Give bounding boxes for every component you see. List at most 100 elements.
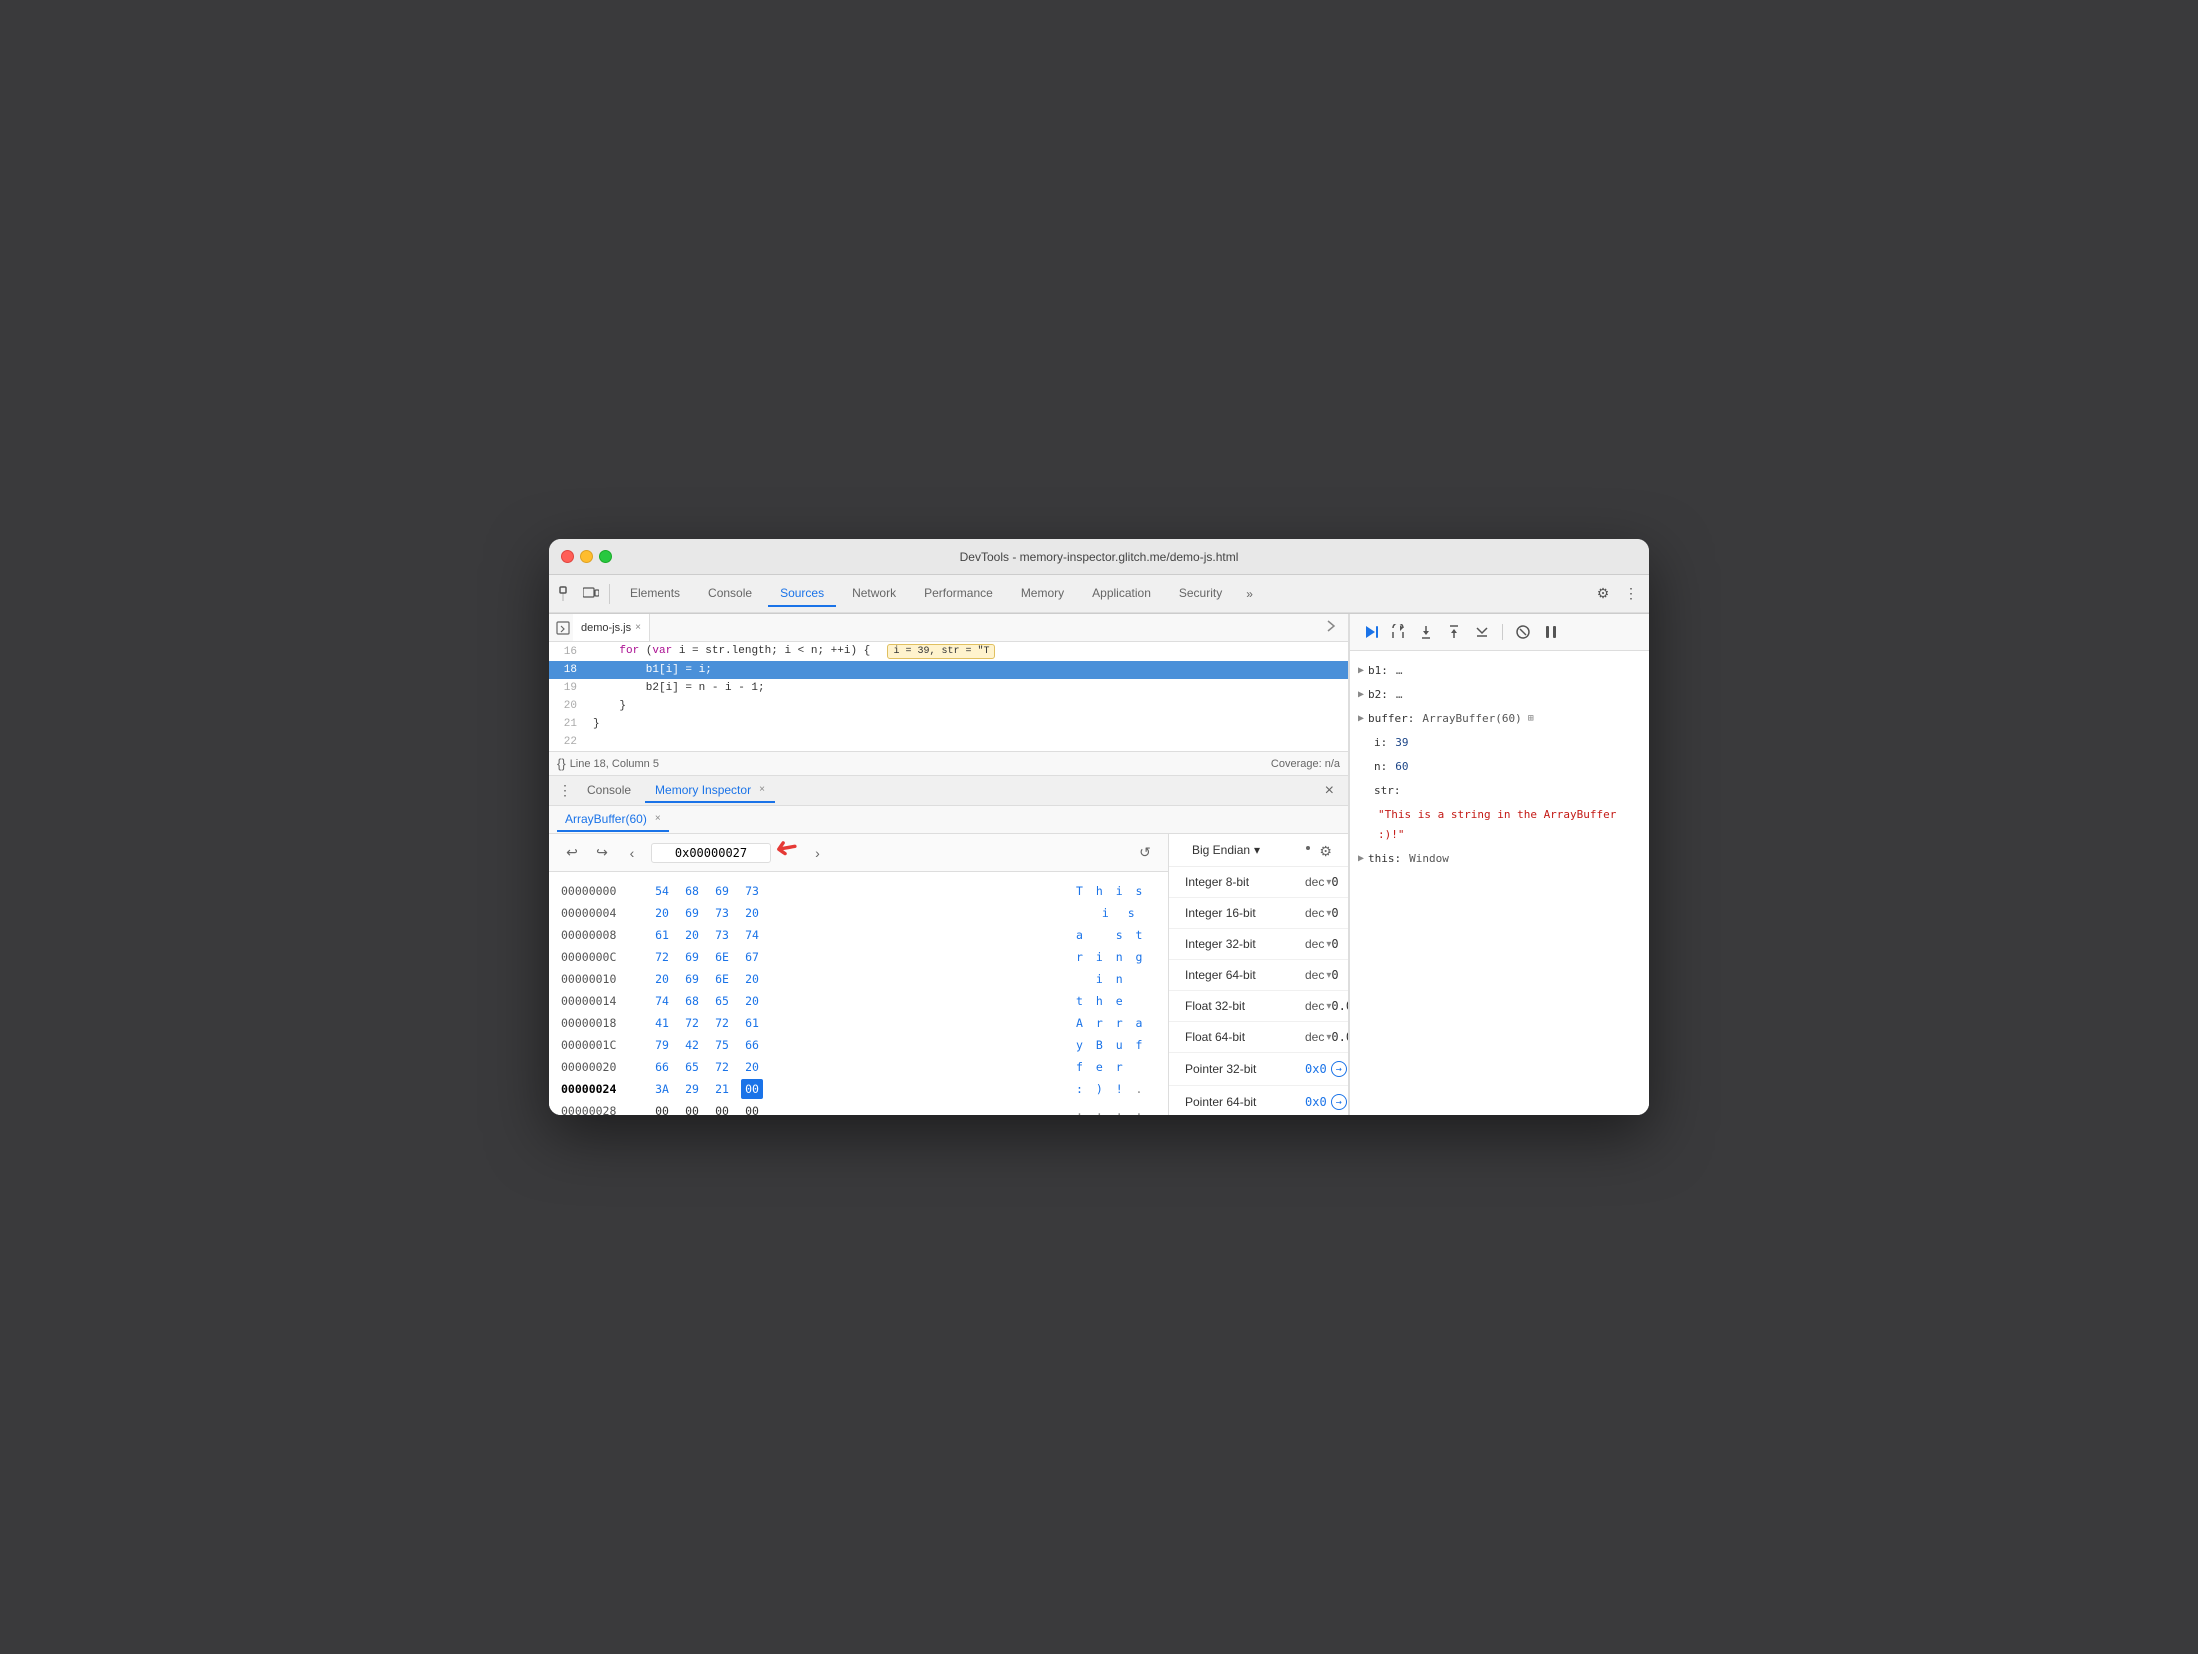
hex-byte-4-0[interactable]: 20 [651, 969, 673, 989]
device-toggle-icon[interactable] [581, 584, 601, 604]
scope-item-b2[interactable]: ▶ b2: … [1358, 683, 1641, 707]
source-panel-end-icon[interactable] [1318, 617, 1344, 638]
hex-byte-1-2[interactable]: 73 [711, 903, 733, 923]
tab-elements[interactable]: Elements [618, 581, 692, 607]
ptr32-navigate-icon[interactable]: → [1331, 1061, 1347, 1077]
ptr64-navigate-icon[interactable]: → [1331, 1094, 1347, 1110]
tab-memory[interactable]: Memory [1009, 581, 1076, 607]
hex-byte-4-3[interactable]: 20 [741, 969, 763, 989]
pause-button[interactable] [1539, 620, 1563, 644]
scope-item-this[interactable]: ▶ this: Window [1358, 847, 1641, 871]
hex-byte-10-1[interactable]: 00 [681, 1101, 703, 1115]
hex-byte-1-0[interactable]: 20 [651, 903, 673, 923]
inspector-value-ptr64[interactable]: 0x0 → [1305, 1094, 1347, 1110]
hex-byte-0-3[interactable]: 73 [741, 881, 763, 901]
inspect-element-icon[interactable] [557, 584, 577, 604]
hex-byte-7-3[interactable]: 66 [741, 1035, 763, 1055]
hex-byte-8-2[interactable]: 72 [711, 1057, 733, 1077]
inspector-format-int64[interactable]: dec ▾ [1305, 968, 1331, 982]
hex-byte-6-3[interactable]: 61 [741, 1013, 763, 1033]
history-back-button[interactable]: ↩ [561, 842, 583, 864]
hex-byte-2-2[interactable]: 73 [711, 925, 733, 945]
refresh-button[interactable]: ↺ [1134, 842, 1156, 864]
hex-byte-3-0[interactable]: 72 [651, 947, 673, 967]
hex-byte-8-0[interactable]: 66 [651, 1057, 673, 1077]
hex-byte-10-0[interactable]: 00 [651, 1101, 673, 1115]
memory-inspector-tab-close[interactable]: × [759, 784, 765, 795]
settings-gear-icon[interactable]: ⚙ [1593, 584, 1613, 604]
hex-byte-0-1[interactable]: 68 [681, 881, 703, 901]
arraybuffer-tab-close[interactable]: × [655, 813, 661, 824]
hex-byte-4-1[interactable]: 69 [681, 969, 703, 989]
inspector-settings-icon[interactable]: ⚙ [1300, 840, 1332, 860]
hex-address-input[interactable] [651, 843, 771, 863]
hex-byte-5-0[interactable]: 74 [651, 991, 673, 1011]
panel-nav-icon[interactable] [553, 618, 573, 638]
history-forward-button[interactable]: ↪ [591, 842, 613, 864]
inspector-format-int8[interactable]: dec ▾ [1305, 875, 1331, 889]
hex-byte-10-3[interactable]: 00 [741, 1101, 763, 1115]
file-tab-close-button[interactable]: × [635, 622, 641, 633]
hex-byte-1-3[interactable]: 20 [741, 903, 763, 923]
endian-selector[interactable]: Big Endian ▾ [1185, 840, 1267, 860]
inspector-format-float32[interactable]: dec ▾ [1305, 999, 1331, 1013]
tab-network[interactable]: Network [840, 581, 908, 607]
bottom-panel-close-button[interactable]: × [1319, 780, 1340, 802]
prev-page-button[interactable]: ‹ [621, 842, 643, 864]
hex-byte-8-3[interactable]: 20 [741, 1057, 763, 1077]
tab-console-bottom[interactable]: Console [577, 779, 641, 803]
hex-byte-3-1[interactable]: 69 [681, 947, 703, 967]
hex-byte-2-0[interactable]: 61 [651, 925, 673, 945]
hex-byte-1-1[interactable]: 69 [681, 903, 703, 923]
hex-byte-5-3[interactable]: 20 [741, 991, 763, 1011]
hex-byte-5-2[interactable]: 65 [711, 991, 733, 1011]
hex-byte-5-1[interactable]: 68 [681, 991, 703, 1011]
scope-item-b1[interactable]: ▶ b1: … [1358, 659, 1641, 683]
tab-console[interactable]: Console [696, 581, 764, 607]
tab-memory-inspector[interactable]: Memory Inspector × [645, 779, 775, 803]
tab-security[interactable]: Security [1167, 581, 1234, 607]
inspector-value-ptr32[interactable]: 0x0 → [1305, 1061, 1347, 1077]
scope-item-buffer[interactable]: ▶ buffer: ArrayBuffer(60) ⊞ [1358, 707, 1641, 731]
step-out-button[interactable] [1442, 620, 1466, 644]
tabs-overflow-button[interactable]: » [1238, 582, 1261, 606]
hex-byte-7-0[interactable]: 79 [651, 1035, 673, 1055]
hex-byte-6-2[interactable]: 72 [711, 1013, 733, 1033]
hex-byte-3-3[interactable]: 67 [741, 947, 763, 967]
inspector-format-float64[interactable]: dec ▾ [1305, 1030, 1331, 1044]
file-tab-demo-js[interactable]: demo-js.js × [573, 614, 650, 641]
bottom-panel-menu-icon[interactable]: ⋮ [557, 783, 573, 799]
hex-byte-9-1[interactable]: 29 [681, 1079, 703, 1099]
tab-performance[interactable]: Performance [912, 581, 1005, 607]
next-page-button[interactable]: › [806, 842, 828, 864]
hex-byte-2-1[interactable]: 20 [681, 925, 703, 945]
minimize-button[interactable] [580, 550, 593, 563]
hex-byte-0-2[interactable]: 69 [711, 881, 733, 901]
hex-byte-0-0[interactable]: 54 [651, 881, 673, 901]
maximize-button[interactable] [599, 550, 612, 563]
more-options-icon[interactable]: ⋮ [1621, 584, 1641, 604]
hex-byte-7-2[interactable]: 75 [711, 1035, 733, 1055]
hex-byte-4-2[interactable]: 6E [711, 969, 733, 989]
step-over-button[interactable] [1386, 620, 1410, 644]
hex-byte-8-1[interactable]: 65 [681, 1057, 703, 1077]
hex-byte-9-3-selected[interactable]: 00 [741, 1079, 763, 1099]
hex-byte-7-1[interactable]: 42 [681, 1035, 703, 1055]
step-button[interactable] [1470, 620, 1494, 644]
close-button[interactable] [561, 550, 574, 563]
tab-sources[interactable]: Sources [768, 581, 836, 607]
hex-byte-2-3[interactable]: 74 [741, 925, 763, 945]
hex-byte-3-2[interactable]: 6E [711, 947, 733, 967]
hex-byte-9-0[interactable]: 3A [651, 1079, 673, 1099]
arraybuffer-tab[interactable]: ArrayBuffer(60) × [557, 808, 669, 832]
hex-byte-10-2[interactable]: 00 [711, 1101, 733, 1115]
tab-application[interactable]: Application [1080, 581, 1163, 607]
inspector-format-int32[interactable]: dec ▾ [1305, 937, 1331, 951]
resume-button[interactable] [1358, 620, 1382, 644]
deactivate-breakpoints-button[interactable] [1511, 620, 1535, 644]
open-in-memory-inspector-icon[interactable]: ⊞ [1528, 709, 1534, 729]
hex-byte-6-1[interactable]: 72 [681, 1013, 703, 1033]
inspector-format-int16[interactable]: dec ▾ [1305, 906, 1331, 920]
hex-byte-6-0[interactable]: 41 [651, 1013, 673, 1033]
step-into-button[interactable] [1414, 620, 1438, 644]
